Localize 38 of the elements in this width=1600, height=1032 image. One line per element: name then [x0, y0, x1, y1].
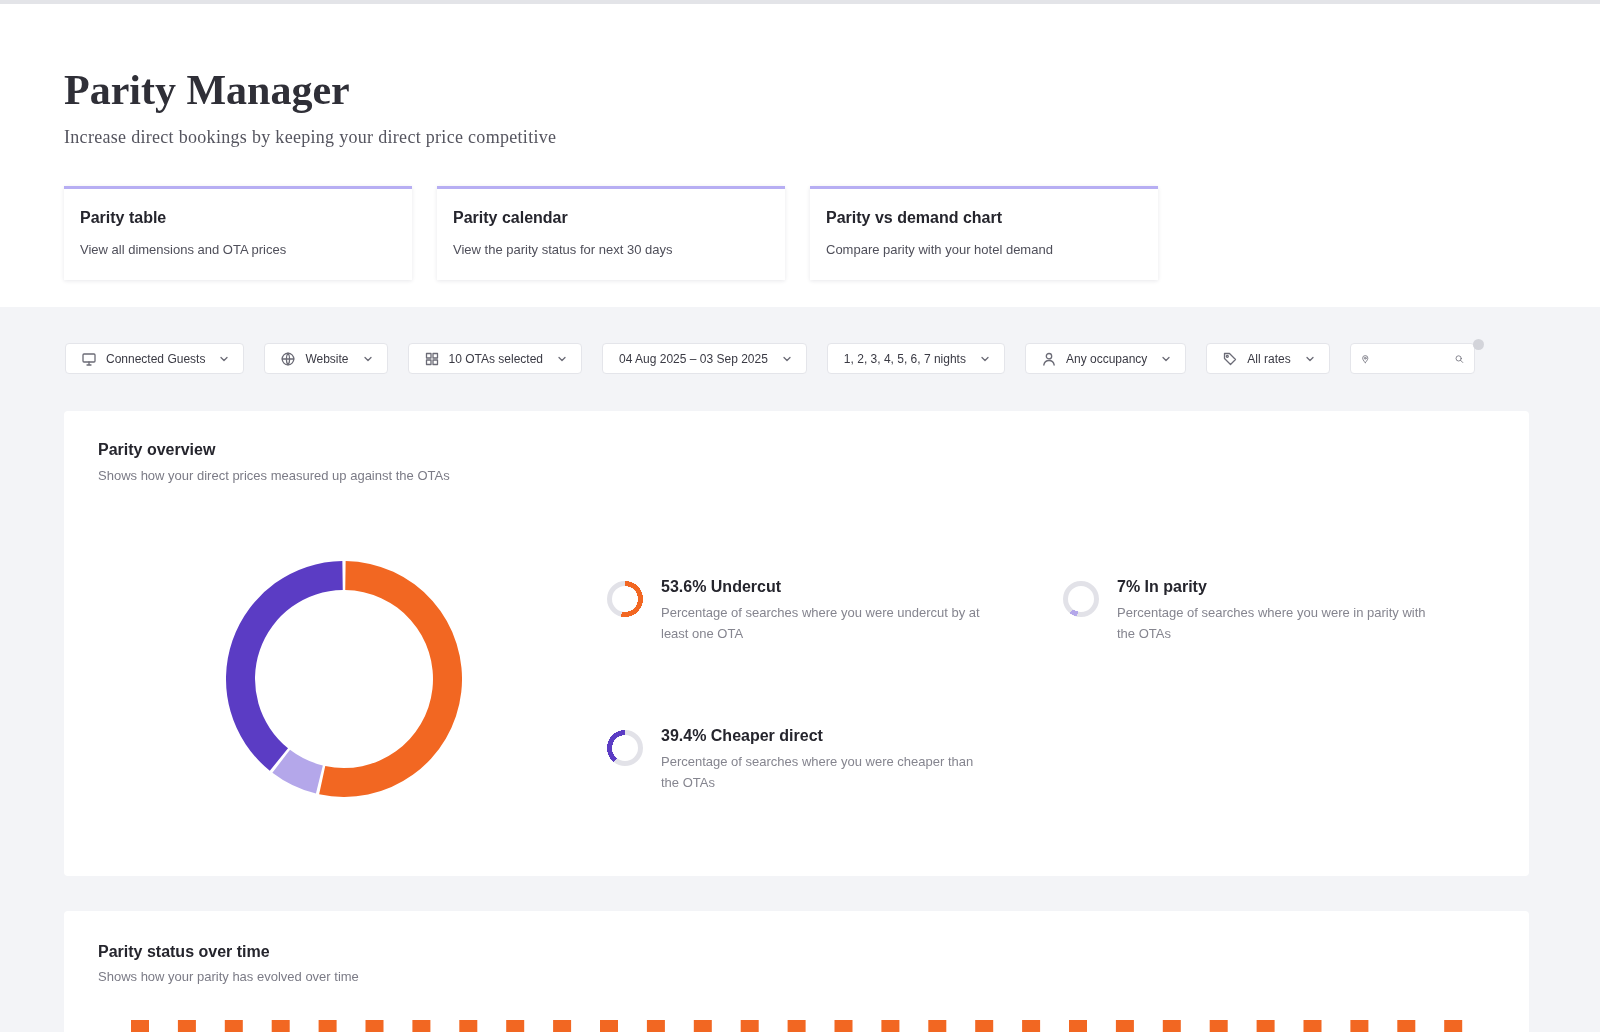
nav-card[interactable]: Parity table View all dimensions and OTA prices	[64, 186, 412, 280]
ring-icon	[1063, 581, 1099, 617]
stat-description: Percentage of searches where you were in parity with the OTAs	[1117, 604, 1427, 643]
nav-card[interactable]: Parity calendar View the parity status for next 30 days	[437, 186, 785, 280]
card-description: View all dimensions and OTA prices	[80, 242, 288, 258]
stat-title: 53.6% Undercut	[661, 577, 783, 597]
tag-icon	[1223, 351, 1238, 366]
search-field[interactable]	[1349, 343, 1475, 374]
card-description: Compare parity with your hotel demand	[826, 242, 1054, 258]
monitor-icon	[82, 351, 96, 366]
grid-icon	[424, 351, 439, 366]
stat-title: 39.4% Cheaper direct	[661, 726, 824, 746]
nav-card[interactable]: Parity vs demand chart Compare parity with your hotel demand	[810, 186, 1158, 280]
page-subtitle: Increase direct bookings by keeping your direct price competitive	[64, 127, 558, 147]
filter-dropdown[interactable]: 10 OTAs selected	[407, 343, 583, 374]
section-title: Parity overview	[98, 440, 217, 460]
dot-icon	[1472, 339, 1484, 350]
filter-dropdown[interactable]: Any occupancy	[1024, 343, 1187, 374]
section-description: Shows how your parity has evolved over time	[98, 969, 360, 985]
filter-dropdown[interactable]: Connected Guests	[65, 343, 245, 374]
stat-title: 7% In parity	[1117, 577, 1208, 597]
section-description: Shows how your direct prices measured up against the OTAs	[98, 468, 451, 484]
card-title: Parity table	[80, 208, 168, 228]
ring-icon	[607, 581, 643, 617]
card-description: View the parity status for next 30 days	[453, 242, 674, 258]
section-title: Parity status over time	[98, 942, 271, 962]
stat-description: Percentage of searches where you were cheaper than the OTAs	[661, 753, 975, 792]
filter-dropdown[interactable]: Website	[264, 343, 388, 374]
person-icon	[1041, 351, 1056, 366]
card-title: Parity vs demand chart	[826, 208, 1004, 228]
card-title: Parity calendar	[453, 208, 569, 228]
ring-icon	[607, 730, 643, 766]
filter-dropdown[interactable]: 04 Aug 2025 – 03 Sep 2025	[602, 343, 807, 374]
filter-dropdown[interactable]: 1, 2, 3, 4, 5, 6, 7 nights	[826, 343, 1005, 374]
page-title: Parity Manager	[64, 66, 351, 114]
stat-description: Percentage of searches where you were undercut by at least one OTA	[661, 604, 981, 643]
globe-icon	[281, 351, 296, 366]
filter-dropdown[interactable]: All rates	[1206, 343, 1330, 374]
